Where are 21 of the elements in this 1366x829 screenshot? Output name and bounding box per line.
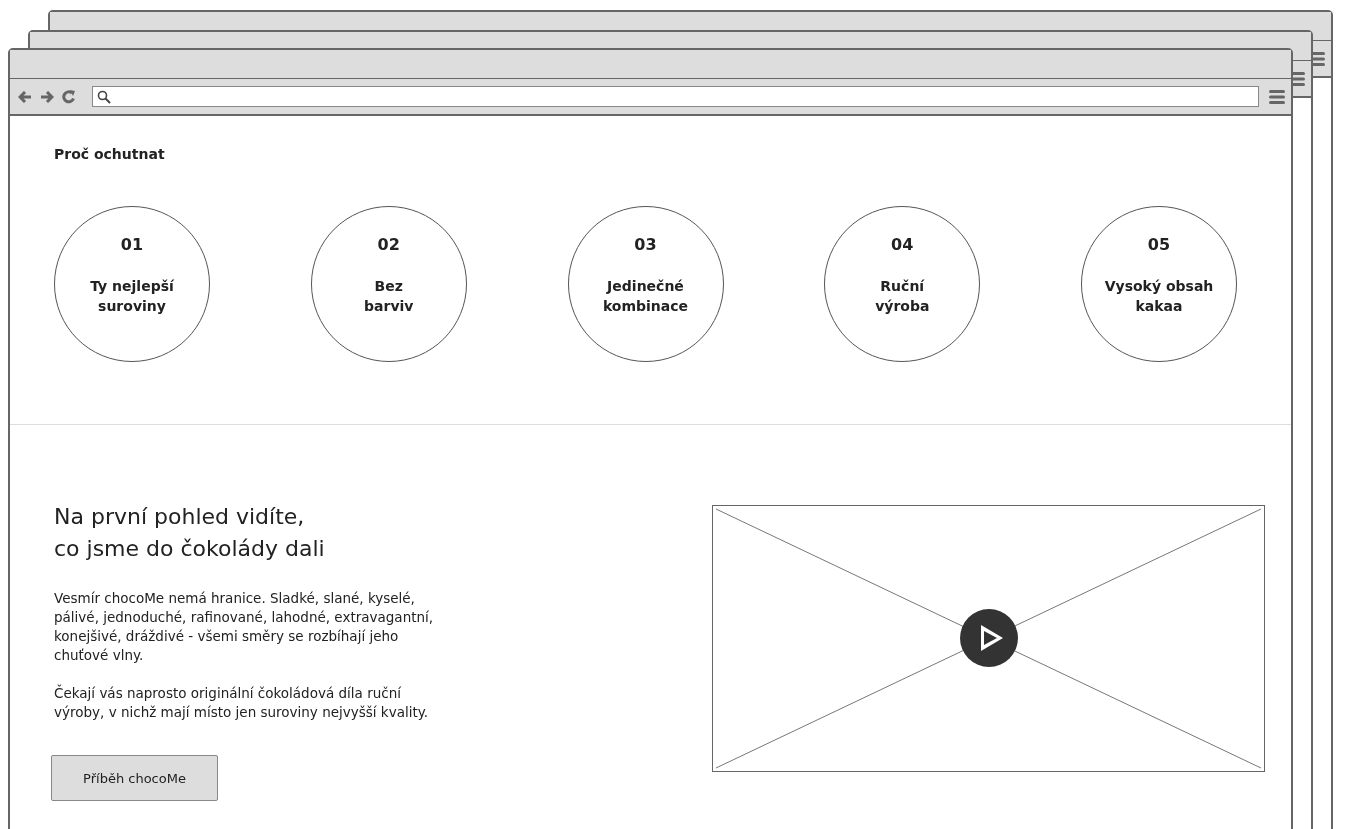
feature-number: 05 bbox=[1147, 235, 1171, 254]
feature-number: 03 bbox=[634, 235, 657, 254]
reload-icon[interactable] bbox=[62, 89, 76, 104]
menu-icon[interactable] bbox=[1269, 89, 1285, 104]
feature-number: 02 bbox=[377, 235, 400, 254]
feature-number: 01 bbox=[120, 235, 144, 254]
paragraph: Čekají vás naprosto originální čokoládová díla ruční výroby, v nichž mají místo jen suroviny nejvyšší kvality. bbox=[54, 684, 430, 722]
feature-label: Bez barviv bbox=[364, 277, 414, 316]
play-icon[interactable] bbox=[960, 609, 1018, 667]
feature-number: 04 bbox=[891, 235, 914, 254]
back-icon[interactable] bbox=[18, 90, 32, 103]
feature-label: Ty nejlepší suroviny bbox=[90, 277, 174, 316]
section-heading: Na první pohled vidíte, co jsme do čokolády dali bbox=[54, 503, 326, 563]
story-button[interactable]: Příběh chocoMe bbox=[51, 755, 218, 801]
forward-icon[interactable] bbox=[40, 90, 54, 103]
section-title: Proč ochutnat bbox=[54, 146, 166, 162]
feature-label: Jedinečné kombinace bbox=[602, 277, 689, 316]
feature-label: Ruční výroba bbox=[875, 277, 930, 316]
paragraph: Vesmír chocoMe nemá hranice. Sladké, slané, kyselé, pálivé, jednoduché, rafinované, lahodné, extravagantní, konejšivé, dráždivé - všemi směry se rozbíhají jeho chuťové vlny. bbox=[54, 589, 435, 665]
search-icon bbox=[97, 89, 111, 104]
feature-label: Vysoký obsah kakaa bbox=[1104, 277, 1214, 316]
